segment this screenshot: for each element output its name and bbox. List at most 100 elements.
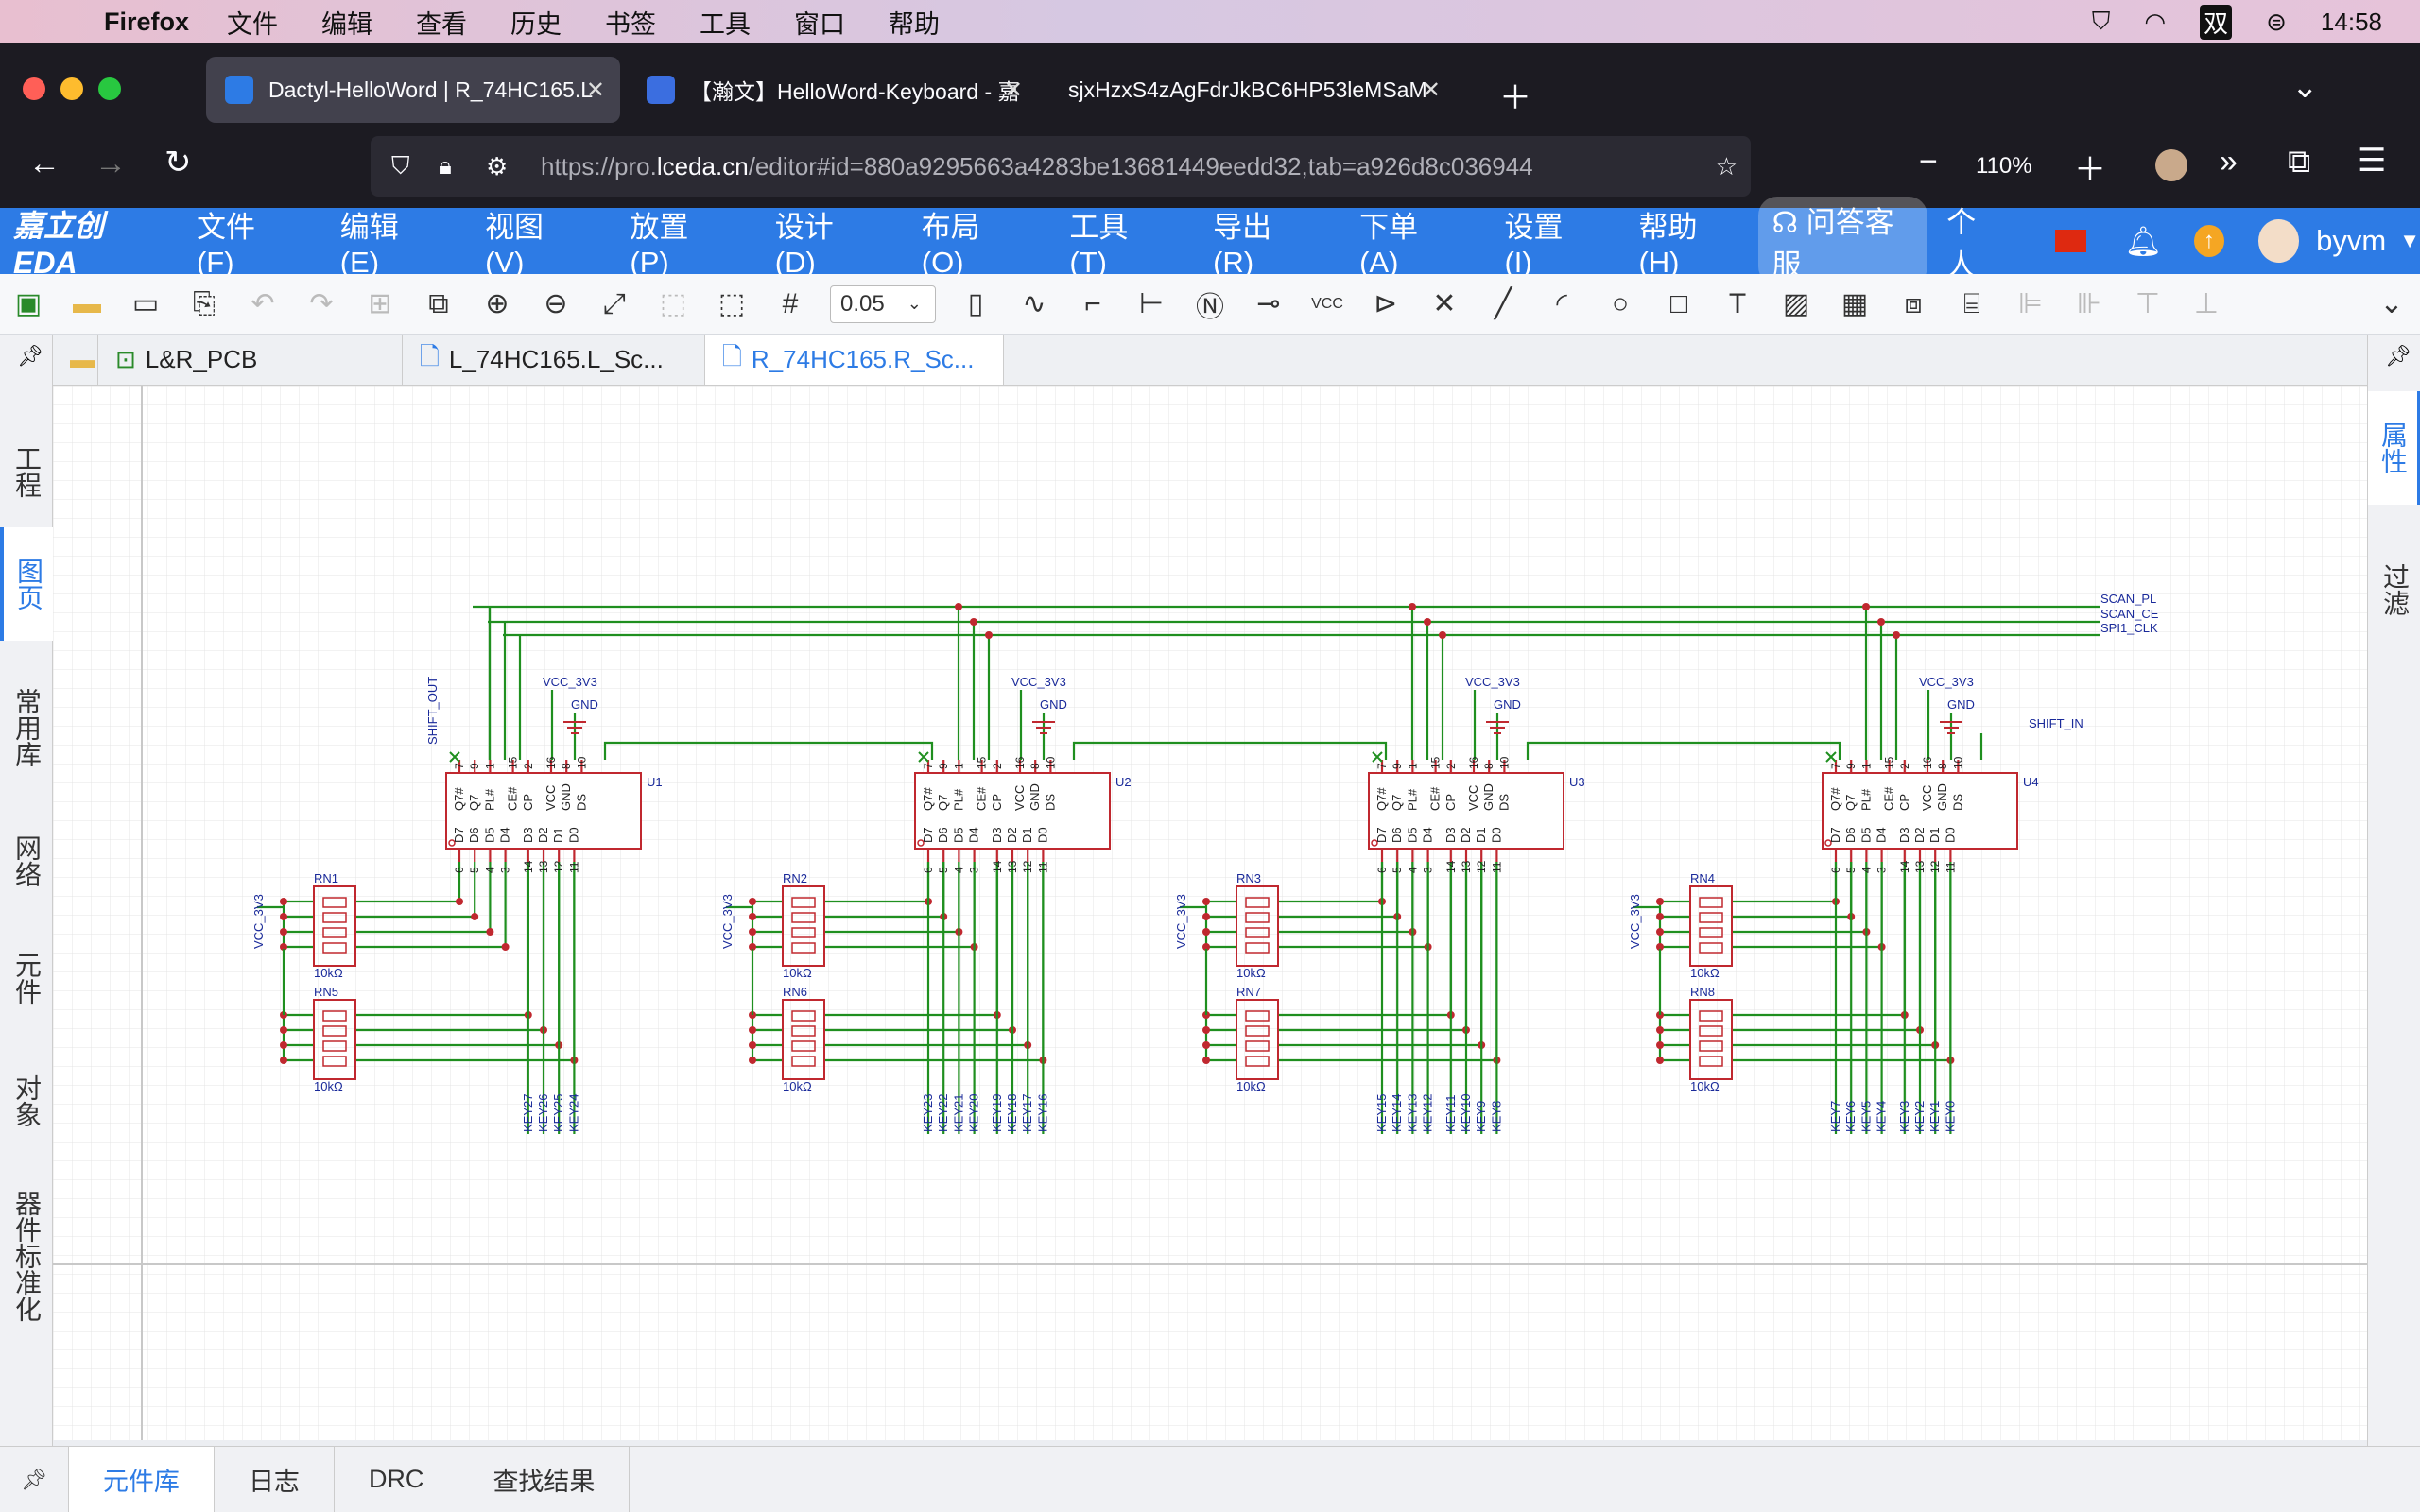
close-window-button[interactable] bbox=[23, 77, 45, 100]
eda-menu-export[interactable]: 导出 (R) bbox=[1213, 203, 1314, 280]
eda-menu-settings[interactable]: 设置 (I) bbox=[1504, 203, 1593, 280]
open-folder-icon[interactable]: ▬ bbox=[68, 288, 106, 320]
vcc-port-icon[interactable]: VCC bbox=[1308, 296, 1346, 313]
zoom-window-button[interactable] bbox=[98, 77, 121, 100]
zoom-level[interactable]: 110% bbox=[1976, 153, 2032, 180]
bus-icon[interactable]: ⌐ bbox=[1074, 288, 1112, 320]
no-connect-icon[interactable]: ✕ bbox=[1426, 287, 1463, 320]
sidebar-tab-objects[interactable]: 对象 bbox=[0, 1049, 53, 1153]
circle-icon[interactable]: ○ bbox=[1601, 288, 1639, 320]
zoom-in-tool-icon[interactable]: ⊕ bbox=[478, 287, 516, 320]
extensions-icon[interactable]: ⧉ bbox=[2288, 144, 2310, 180]
new-project-icon[interactable]: ▣ bbox=[9, 287, 47, 320]
schematic-canvas[interactable]: SCAN_PL SCAN_CE SPI1_CLK U1 Q7# 7 Q7 9 PL# 1 CE# 15… bbox=[53, 386, 2367, 1440]
close-tab-icon[interactable]: ✕ bbox=[586, 77, 605, 104]
bottom-tab-library[interactable]: 元件库 bbox=[68, 1447, 215, 1512]
eda-menu-order[interactable]: 下单 (A) bbox=[1359, 203, 1459, 280]
app-menu[interactable]: Firefox bbox=[104, 8, 189, 37]
zoom-selected-icon[interactable]: ⬚ bbox=[654, 287, 692, 320]
bookmark-star-icon[interactable]: ☆ bbox=[1707, 151, 1737, 181]
close-tab-icon[interactable]: ✕ bbox=[1004, 77, 1023, 104]
rectangle-icon[interactable]: □ bbox=[1660, 288, 1698, 320]
doc-tab-right-schematic[interactable]: 🗋︎ R_74HC165.R_Sc... bbox=[705, 335, 1004, 385]
bus-entry-icon[interactable]: ⊢ bbox=[1132, 287, 1170, 320]
user-avatar[interactable] bbox=[2257, 219, 2300, 263]
menu-history[interactable]: 历史 bbox=[510, 4, 562, 41]
app-menu-icon[interactable]: ☰ bbox=[2358, 142, 2386, 180]
save-all-icon[interactable]: ⎘ bbox=[185, 288, 223, 320]
menu-edit[interactable]: 编辑 bbox=[321, 4, 372, 41]
tracking-shield-icon[interactable]: ⛉ bbox=[391, 151, 410, 181]
text-icon[interactable]: T bbox=[1719, 288, 1756, 320]
eda-menu-design[interactable]: 设计 (D) bbox=[775, 203, 876, 280]
table-icon[interactable]: ▦ bbox=[1836, 287, 1874, 320]
net-port-icon[interactable]: ⊳ bbox=[1367, 287, 1405, 320]
net-flag-icon[interactable]: ⊸ bbox=[1250, 287, 1288, 320]
doc-tab-left-schematic[interactable]: 🗋︎ L_74HC165.L_Sc... bbox=[403, 335, 705, 385]
arc-icon[interactable]: ◜ bbox=[1543, 287, 1581, 320]
wifi-icon[interactable]: ◠ bbox=[2144, 8, 2166, 37]
list-tabs-icon[interactable]: ⌄ bbox=[2291, 68, 2319, 106]
line-icon[interactable]: ╱ bbox=[1484, 287, 1522, 320]
align-left-icon[interactable]: ⊫ bbox=[2012, 287, 2049, 320]
bottom-tab-search-results[interactable]: 查找结果 bbox=[458, 1447, 631, 1512]
image-icon[interactable]: ▨ bbox=[1777, 287, 1815, 320]
save-icon[interactable]: ▭ bbox=[127, 287, 164, 320]
reload-icon[interactable]: ↻ bbox=[164, 144, 192, 181]
forward-icon[interactable]: → bbox=[95, 146, 127, 182]
control-center-icon[interactable]: ⊜ bbox=[2266, 8, 2287, 37]
minimize-window-button[interactable] bbox=[60, 77, 83, 100]
zoom-in-icon[interactable]: ＋ bbox=[2074, 144, 2106, 190]
browser-tab-3[interactable]: sjxHzxS4zAgFdrJkBC6HP53leMSaM ✕ bbox=[1049, 57, 1456, 123]
eda-menu-help[interactable]: 帮助 (H) bbox=[1638, 203, 1739, 280]
vpn-shield-icon[interactable]: ⛉ bbox=[2092, 7, 2111, 37]
menu-bookmarks[interactable]: 书签 bbox=[605, 4, 656, 41]
pcb-convert-icon[interactable]: ⧈ bbox=[1894, 288, 1932, 320]
sidebar-tab-nets[interactable]: 网络 bbox=[0, 809, 53, 913]
pin-icon[interactable]: 📌︎ bbox=[0, 1447, 69, 1512]
eda-menu-edit[interactable]: 编辑 (E) bbox=[340, 203, 440, 280]
eda-menu-view[interactable]: 视图 (V) bbox=[485, 203, 584, 280]
zoom-out-tool-icon[interactable]: ⊖ bbox=[537, 287, 575, 320]
new-tab-icon[interactable]: ＋ bbox=[1499, 72, 1531, 118]
url-bar[interactable]: ⛉ 🔒︎ ⚙︎ https://pro. lceda.cn/editor#id=8… bbox=[371, 136, 1751, 197]
undo-icon[interactable]: ↶ bbox=[244, 287, 282, 320]
grid-icon[interactable]: # bbox=[771, 288, 809, 320]
upgrade-icon[interactable]: ↑ bbox=[2193, 225, 2224, 257]
username[interactable]: byvm bbox=[2316, 224, 2386, 258]
browser-tab-2[interactable]: 【瀚文】HelloWord-Keyboard - 嘉 ✕ bbox=[628, 57, 1038, 123]
region-flag-icon[interactable] bbox=[2054, 230, 2087, 252]
personal-dropdown[interactable]: 个人 bbox=[1946, 198, 2001, 284]
menu-file[interactable]: 文件 bbox=[227, 4, 278, 41]
fit-view-icon[interactable]: ⤢ bbox=[596, 288, 633, 320]
eda-menu-place[interactable]: 放置 (P) bbox=[630, 203, 729, 280]
more-tools-icon[interactable]: » bbox=[2220, 144, 2238, 180]
bottom-tab-drc[interactable]: DRC bbox=[335, 1447, 459, 1512]
eda-menu-file[interactable]: 文件 (F) bbox=[197, 203, 295, 280]
qa-support-button[interactable]: ☊ 问答客服 bbox=[1758, 197, 1928, 285]
chip-icon[interactable]: ⌸ bbox=[1953, 288, 1991, 320]
close-tab-icon[interactable]: ✕ bbox=[1422, 77, 1441, 104]
align-right-icon[interactable]: ⊪ bbox=[2070, 287, 2108, 320]
input-method-indicator[interactable]: 双 bbox=[2200, 4, 2233, 40]
zoom-out-icon[interactable]: − bbox=[1919, 144, 1938, 180]
sidebar-tab-components[interactable]: 元件 bbox=[0, 926, 53, 1030]
lock-icon[interactable]: 🔒︎ bbox=[439, 151, 452, 181]
align-top-icon[interactable]: ⊤ bbox=[2129, 287, 2167, 320]
wire-icon[interactable]: ∿ bbox=[1015, 287, 1053, 320]
eda-menu-layout[interactable]: 布局 (O) bbox=[922, 203, 1025, 280]
permissions-icon[interactable]: ⚙︎ bbox=[486, 152, 508, 181]
net-label-icon[interactable]: Ⓝ bbox=[1191, 284, 1229, 325]
pin-icon[interactable]: 📌︎ bbox=[17, 344, 43, 369]
browser-tab-1[interactable]: Dactyl-HelloWord | R_74HC165.L ✕ bbox=[206, 57, 620, 123]
back-icon[interactable]: ← bbox=[28, 146, 60, 182]
menu-window[interactable]: 窗口 bbox=[794, 4, 845, 41]
doc-tab-folder[interactable]: ▬ bbox=[53, 335, 98, 385]
menu-tools[interactable]: 工具 bbox=[700, 4, 751, 41]
sidebar-tab-properties[interactable]: 属性 bbox=[2368, 391, 2420, 505]
sidebar-tab-pages[interactable]: 图页 bbox=[0, 527, 53, 641]
zoom-area-icon[interactable]: ⬚ bbox=[713, 287, 751, 320]
align-bottom-icon[interactable]: ⊥ bbox=[2187, 287, 2225, 320]
bottom-tab-log[interactable]: 日志 bbox=[215, 1447, 335, 1512]
toolbar-more-chevron-icon[interactable]: ⌄ bbox=[2373, 287, 2411, 320]
